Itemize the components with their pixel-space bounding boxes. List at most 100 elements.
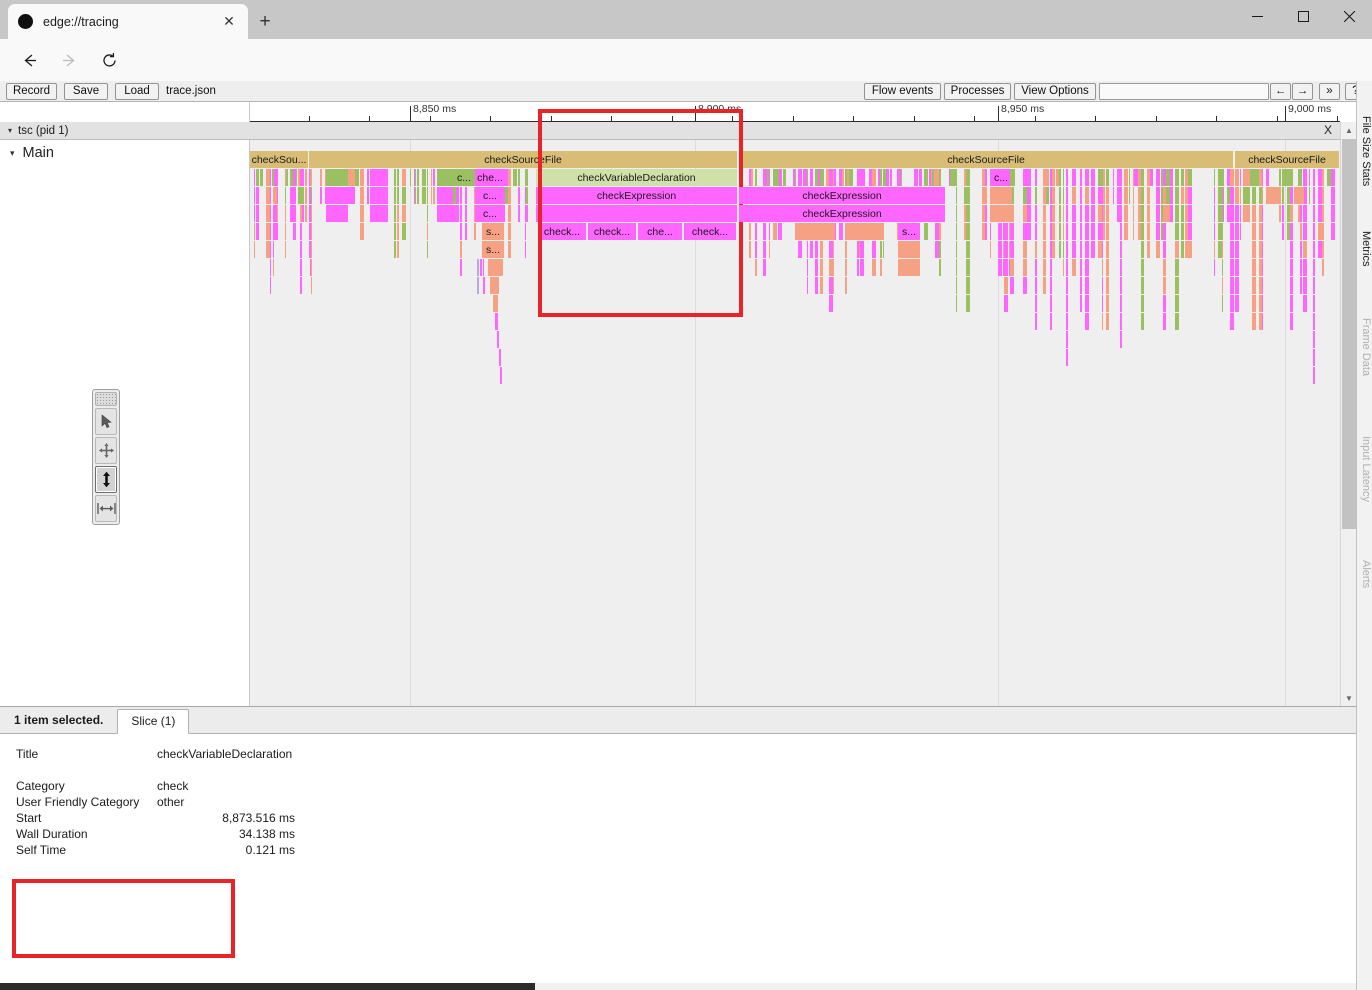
flame-slice[interactable] [1091,187,1095,204]
flame-slice[interactable] [1188,241,1192,258]
flame-slice[interactable] [490,277,499,294]
flame-slice[interactable] [1035,295,1037,312]
flame-slice[interactable] [1282,169,1293,186]
flame-slice[interactable] [1103,169,1105,186]
flame-slice[interactable] [872,259,876,276]
flame-slice[interactable] [293,187,296,204]
flame-slice[interactable] [1313,187,1315,204]
flame-slice[interactable] [1300,169,1302,186]
flame-slice[interactable] [778,169,779,186]
flame-slice[interactable] [480,259,482,276]
flame-slice[interactable] [1230,313,1234,330]
flame-slice[interactable] [1247,205,1250,222]
flame-slice[interactable] [1085,241,1089,258]
flame-slice[interactable] [1106,259,1109,276]
flame-slice[interactable] [1103,223,1105,240]
flame-slice[interactable] [1235,205,1239,222]
flame-slice[interactable] [864,169,865,186]
flame-slice-labeled[interactable]: checkSourceFile [739,151,1233,168]
flame-slice-labeled[interactable]: checkExpression [739,187,945,204]
flame-slice[interactable] [397,205,399,222]
flame-slice[interactable] [883,241,884,258]
flame-slice[interactable] [1240,205,1241,222]
flame-slice[interactable] [1322,223,1324,240]
flame-slice[interactable] [769,223,770,240]
flame-slice[interactable] [1066,169,1068,186]
flame-slice[interactable] [1133,205,1134,222]
flame-slice[interactable] [1120,313,1122,330]
scroll-up-icon[interactable]: ▲ [1341,122,1357,138]
flame-slice[interactable] [795,169,796,186]
flame-slice[interactable] [1266,169,1269,186]
flame-slice[interactable] [273,259,274,276]
flame-slice[interactable] [311,223,312,240]
flame-slice[interactable] [1313,313,1315,330]
flame-slice-labeled[interactable]: checkVariableDeclaration [536,169,737,186]
flame-slice[interactable] [508,241,511,258]
flame-slice[interactable] [1050,313,1052,330]
flame-slice[interactable] [1222,295,1223,312]
flame-slice[interactable] [857,259,859,276]
flame-slice[interactable] [1091,223,1095,240]
flame-slice[interactable] [1313,223,1315,240]
flame-slice[interactable] [360,205,364,222]
flame-slice[interactable] [410,169,411,186]
flame-slice[interactable] [1290,259,1293,276]
flame-slice[interactable] [1300,223,1302,240]
flame-slice[interactable] [1141,277,1144,294]
flame-slice[interactable] [296,169,297,186]
flame-slice[interactable] [1043,241,1046,258]
flame-slice[interactable] [1080,223,1082,240]
flame-slice[interactable] [1181,187,1184,204]
flame-slice[interactable] [898,241,920,258]
flame-slice[interactable] [1004,259,1008,276]
flame-slice[interactable] [1106,295,1109,312]
flame-slice[interactable] [1106,205,1109,222]
flame-slice[interactable] [460,223,462,240]
flame-slice[interactable] [525,223,526,240]
flame-slice[interactable] [924,223,928,240]
flame-slice[interactable] [1046,187,1049,204]
flame-slice[interactable] [829,259,833,276]
flame-slice[interactable] [460,187,462,204]
flame-slice[interactable] [1163,241,1166,258]
flame-slice[interactable] [1252,241,1256,258]
flame-slice[interactable] [1043,223,1046,240]
flame-slice[interactable] [956,223,957,240]
flame-slice[interactable] [508,223,511,240]
flame-slice[interactable] [966,169,970,186]
flame-slice-labeled[interactable]: c... [453,169,475,186]
flame-slice[interactable] [966,187,970,204]
record-button[interactable]: Record [6,83,57,100]
flame-slice[interactable] [1023,277,1027,294]
flame-slice[interactable] [474,223,476,240]
flame-slice[interactable] [1050,205,1052,222]
flame-slice-labeled[interactable]: c... [475,205,505,222]
flame-slice[interactable] [1113,187,1114,204]
flame-slice[interactable] [1066,313,1068,330]
flame-slice[interactable] [453,187,456,204]
flame-slice[interactable] [367,169,369,186]
flame-slice[interactable] [355,169,359,186]
flame-slice[interactable] [311,259,312,276]
flame-slice[interactable] [270,169,271,186]
flame-slice[interactable] [998,241,1002,258]
flame-slice[interactable] [1133,187,1134,204]
flame-slice[interactable] [821,169,824,186]
flame-slice[interactable] [1066,223,1068,240]
flame-slice[interactable] [1313,277,1315,294]
flame-slice[interactable] [302,169,304,186]
flame-slice[interactable] [773,223,777,240]
flame-slice[interactable] [1222,277,1223,294]
flame-slice[interactable] [1043,259,1046,276]
flame-slice[interactable] [1235,169,1239,186]
flame-slice[interactable] [1066,259,1068,276]
palette-grip-handle[interactable] [95,392,117,406]
flame-slice[interactable] [256,205,259,222]
flame-slice[interactable] [1010,259,1014,276]
flame-slice[interactable] [755,259,757,276]
flame-slice[interactable] [1175,169,1179,186]
flow-events-button[interactable]: Flow events [864,83,941,100]
flame-slice[interactable] [360,169,364,186]
flame-slice[interactable] [966,277,970,294]
